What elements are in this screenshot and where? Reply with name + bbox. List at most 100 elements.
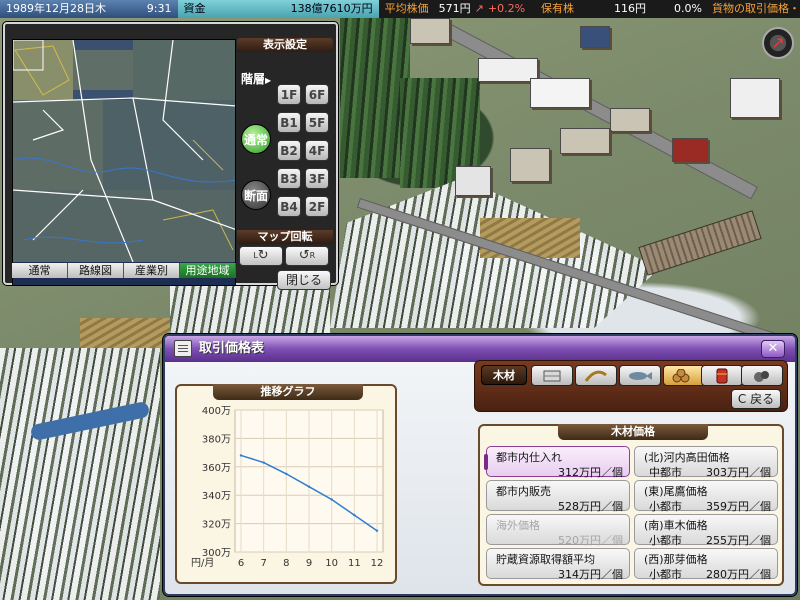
category-stone-button[interactable]	[531, 365, 573, 386]
data-point	[375, 529, 379, 532]
avg-price-label: 平均株価	[384, 2, 429, 15]
minimap-terrain	[13, 40, 235, 262]
tab-route-map[interactable]: 路線図	[68, 263, 124, 278]
floor-label: 階層▶	[241, 72, 272, 86]
building	[672, 138, 708, 162]
data-point	[330, 498, 333, 501]
price-row-south[interactable]: (南)車木価格 小都市 255万円／個	[634, 514, 778, 547]
funds-value: 138億7610万円	[290, 2, 373, 15]
stock-panel: 平均株価 571円 ↗ +0.2% 保有株 116円 0.0% 貨物の取引価格・	[378, 0, 800, 18]
tab-zoning[interactable]: 用途地域	[180, 263, 236, 278]
floor-b1-button[interactable]: B1	[277, 112, 301, 133]
list-icon	[174, 340, 192, 357]
ore-icon	[754, 370, 769, 382]
close-button[interactable]: ✕	[761, 340, 785, 358]
floor-4f-button[interactable]: 4F	[305, 140, 329, 161]
y-tick-label: 320万	[202, 520, 231, 531]
triangle-right-icon: ▶	[265, 76, 272, 85]
selected-category-label: 木材	[481, 365, 527, 385]
minimap-view[interactable]	[12, 39, 236, 286]
game-time: 9:31	[146, 2, 172, 15]
building	[530, 78, 590, 108]
building	[580, 26, 610, 48]
fish-icon	[629, 371, 652, 380]
category-fish-button[interactable]	[619, 365, 661, 386]
category-ore-button[interactable]	[741, 365, 783, 386]
rotate-right-button[interactable]: ↺R	[285, 246, 329, 266]
minimap-tabs: 通常 路線図 産業別 用途地域	[12, 263, 236, 278]
funds-panel: 資金 138億7610万円	[177, 0, 379, 18]
trend-graph-panel: 推移グラフ 300万 320万 340万 360万 380万 400万 6 7 8 9 10 11 12…	[175, 384, 397, 584]
wheat-icon	[584, 370, 607, 382]
mode-normal-button[interactable]: 通常	[241, 124, 271, 154]
trade-price-window: 取引価格表 ✕ 推移グラフ 300万 320万 340万 360万 380万 400万 6 7…	[163, 334, 797, 596]
holdings-value: 116円	[614, 2, 647, 15]
holdings-change: 0.0%	[674, 2, 702, 15]
floor-5f-button[interactable]: 5F	[305, 112, 329, 133]
building	[730, 78, 780, 118]
category-lumber-button[interactable]	[663, 365, 705, 386]
price-row-city-purchase[interactable]: 都市内仕入れ 312万円／個	[484, 446, 630, 479]
snowy-forest	[0, 348, 160, 600]
display-settings-header: 表示設定	[237, 38, 333, 52]
x-tick-label: 9	[306, 558, 312, 569]
price-row-overseas: 海外価格 520万円／個	[486, 514, 630, 547]
price-row-east[interactable]: (東)尾鷹価格 小都市 359万円／個	[634, 480, 778, 513]
stone-icon	[543, 370, 561, 381]
building	[410, 18, 450, 44]
price-row-city-sale[interactable]: 都市内販売 528万円／個	[486, 480, 630, 513]
trade-window-title: 取引価格表	[199, 341, 265, 356]
building	[610, 108, 650, 132]
x-tick-label: 11	[348, 558, 361, 569]
minimap-window: 通常 路線図 産業別 用途地域 表示設定 階層▶ 通常 断面 1F B1 B2 …	[3, 22, 338, 290]
close-minimap-button[interactable]: 閉じる	[277, 270, 331, 290]
data-point	[353, 513, 356, 517]
building	[478, 58, 538, 82]
x-tick-label: 7	[260, 558, 266, 569]
rotate-left-button[interactable]: L↻	[239, 246, 283, 266]
tab-industry[interactable]: 産業別	[124, 263, 180, 278]
trade-window-titlebar[interactable]: 取引価格表 ✕	[165, 336, 795, 362]
price-row-north[interactable]: (北)河内高田価格 中都市 303万円／個	[634, 446, 778, 479]
y-tick-label: 400万	[202, 406, 231, 417]
status-bar: 1989年12月28日木 9:31 資金 138億7610万円 平均株価 571…	[0, 0, 800, 18]
date-panel: 1989年12月28日木 9:31	[0, 0, 178, 18]
news-ticker: 貨物の取引価格・	[712, 2, 800, 15]
x-tick-label: 10	[325, 558, 338, 569]
category-oil-button[interactable]	[701, 365, 743, 386]
category-bar: 木材 C 戻る	[474, 360, 788, 412]
map-rotation-header: マップ回転	[237, 230, 333, 244]
data-point	[307, 485, 311, 488]
floor-b2-button[interactable]: B2	[277, 140, 301, 161]
floor-b3-button[interactable]: B3	[277, 168, 301, 189]
floor-b4-button[interactable]: B4	[277, 196, 301, 217]
price-row-stock-average[interactable]: 貯蔵資源取得額平均 314万円／個	[486, 548, 630, 581]
lumber-price-panel: 木材価格 都市内仕入れ 312万円／個 (北)河内高田価格 中都市 303万円／…	[478, 424, 784, 586]
data-point	[285, 472, 288, 476]
oil-drum-icon	[716, 368, 728, 383]
floor-1f-button[interactable]: 1F	[277, 84, 301, 105]
game-date: 1989年12月28日木	[6, 2, 106, 15]
category-wheat-button[interactable]	[575, 365, 617, 386]
floor-6f-button[interactable]: 6F	[305, 84, 329, 105]
x-tick-label: 8	[283, 558, 289, 569]
compass-icon[interactable]: ↗	[762, 27, 794, 59]
lumber-icon	[672, 368, 690, 382]
price-row-west[interactable]: (西)那芽価格 小都市 280万円／個	[634, 548, 778, 581]
snowy-forest	[170, 283, 330, 333]
train-station	[638, 210, 762, 276]
y-tick-label: 360万	[202, 463, 231, 474]
avg-price-change: +0.2%	[487, 2, 526, 15]
back-button[interactable]: C 戻る	[731, 389, 781, 409]
trend-up-icon: ↗	[474, 2, 484, 15]
floor-3f-button[interactable]: 3F	[305, 168, 329, 189]
avg-price-value: 571円	[438, 2, 471, 15]
building	[560, 128, 610, 154]
tab-normal[interactable]: 通常	[12, 263, 68, 278]
rotate-left-icon: ↻	[257, 248, 269, 263]
y-tick-label: 340万	[202, 491, 231, 502]
floor-2f-button[interactable]: 2F	[305, 196, 329, 217]
data-point	[262, 461, 265, 464]
mode-section-button[interactable]: 断面	[241, 180, 271, 210]
trend-chart: 300万320万340万360万380万400万6 7 8 9 10 11 12円/月	[191, 406, 384, 569]
